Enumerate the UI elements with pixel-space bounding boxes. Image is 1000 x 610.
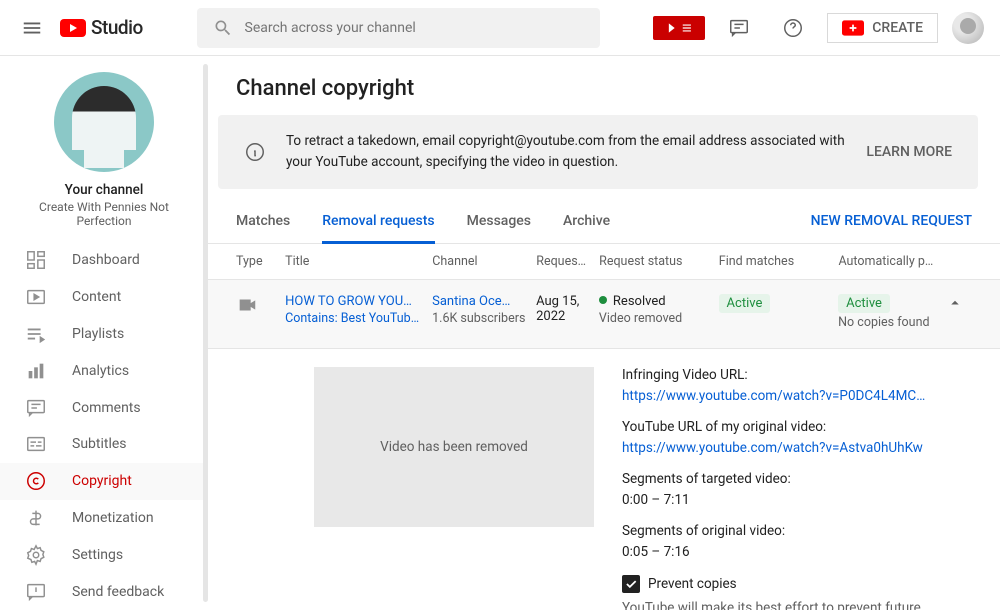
row-title-link[interactable]: HOW TO GROW YOU…	[285, 294, 422, 309]
copyright-icon	[24, 469, 48, 493]
row-details: Video has been removed Infringing Video …	[208, 349, 1000, 610]
sidebar-item-copyright[interactable]: Copyright	[0, 463, 208, 500]
original-url-link[interactable]: https://www.youtube.com/watch?v=Astva0hU…	[622, 440, 972, 456]
chevron-up-icon	[946, 294, 964, 312]
info-message: To retract a takedown, email copyright@y…	[286, 131, 846, 173]
prevent-copies-description: YouTube will make its best effort to pre…	[622, 600, 921, 610]
content-icon	[24, 285, 48, 309]
feedback-icon	[24, 580, 48, 604]
infringing-url-label: Infringing Video URL:	[622, 367, 972, 383]
logo-text: Studio	[91, 16, 143, 39]
create-icon	[842, 20, 864, 36]
tab-messages[interactable]: Messages	[467, 199, 531, 243]
sidebar: Your channel Create With Pennies Not Per…	[0, 56, 208, 610]
page-title: Channel copyright	[208, 56, 1000, 115]
col-find: Find matches	[719, 254, 839, 269]
gear-icon	[24, 543, 48, 567]
tab-removal-requests[interactable]: Removal requests	[322, 199, 434, 243]
sidebar-item-content[interactable]: Content	[0, 279, 208, 316]
table-header: Type Title Channel Reques… Request statu…	[208, 244, 1000, 280]
header: Studio CREATE	[0, 0, 1000, 56]
removed-video-thumbnail: Video has been removed	[314, 367, 594, 527]
auto-prevent-badge: Active	[838, 294, 890, 313]
prevent-copies-checkbox[interactable]	[622, 575, 640, 593]
create-button[interactable]: CREATE	[827, 13, 938, 43]
check-icon	[624, 577, 638, 591]
col-title: Title	[285, 254, 432, 269]
chat-icon[interactable]	[719, 8, 759, 48]
sidebar-item-feedback[interactable]: Send feedback	[0, 573, 208, 610]
analytics-icon	[24, 359, 48, 383]
col-auto: Automatically prev…	[838, 254, 946, 269]
row-subscribers: 1.6K subscribers	[432, 311, 526, 326]
info-banner: To retract a takedown, email copyright@y…	[218, 115, 978, 189]
expand-row-button[interactable]	[946, 294, 972, 316]
col-type: Type	[236, 254, 285, 269]
search-input[interactable]	[245, 20, 584, 36]
col-channel: Channel	[432, 254, 536, 269]
sidebar-item-settings[interactable]: Settings	[0, 536, 208, 573]
tubebuddy-icon	[663, 21, 677, 35]
tabs: Matches Removal requests Messages Archiv…	[208, 199, 1000, 244]
find-matches-badge: Active	[719, 294, 771, 313]
sidebar-item-comments[interactable]: Comments	[0, 389, 208, 426]
sidebar-item-monetization[interactable]: Monetization	[0, 500, 208, 537]
col-requested: Reques…	[536, 254, 599, 269]
row-requested-date: Aug 15, 2022	[536, 294, 599, 324]
sidebar-item-subtitles[interactable]: Subtitles	[0, 426, 208, 463]
prevent-copies-label: Prevent copies	[648, 576, 737, 592]
tubebuddy-button[interactable]	[653, 16, 705, 40]
row-contains-link[interactable]: Contains: Best YouTub…	[285, 311, 422, 326]
info-icon	[244, 141, 266, 163]
segments-original-value: 0:05 – 7:16	[622, 544, 972, 560]
segments-targeted-value: 0:00 – 7:11	[622, 492, 972, 508]
dashboard-icon	[24, 248, 48, 272]
main-content: Channel copyright To retract a takedown,…	[208, 56, 1000, 610]
row-status-sub: Video removed	[599, 311, 709, 326]
help-icon[interactable]	[773, 8, 813, 48]
learn-more-button[interactable]: LEARN MORE	[866, 144, 952, 160]
comments-icon	[24, 396, 48, 420]
your-channel-label: Your channel	[16, 182, 192, 198]
row-channel-link[interactable]: Santina Oce…	[432, 294, 526, 309]
sidebar-item-playlists[interactable]: Playlists	[0, 316, 208, 353]
auto-prevent-sub: No copies found	[838, 315, 936, 330]
original-url-label: YouTube URL of my original video:	[622, 419, 972, 435]
table-row: HOW TO GROW YOU… Contains: Best YouTub… …	[208, 280, 1000, 349]
status-dot-icon	[599, 296, 607, 304]
search-icon	[213, 18, 233, 38]
channel-card[interactable]: Your channel Create With Pennies Not Per…	[0, 68, 208, 242]
sidebar-item-analytics[interactable]: Analytics	[0, 352, 208, 389]
menu-icon[interactable]	[20, 16, 44, 40]
tab-archive[interactable]: Archive	[563, 199, 610, 243]
video-type-icon	[236, 294, 285, 320]
search-box[interactable]	[197, 8, 600, 48]
col-status: Request status	[599, 254, 719, 269]
channel-name: Create With Pennies Not Perfection	[16, 200, 192, 228]
account-avatar[interactable]	[952, 12, 984, 44]
new-removal-request-button[interactable]: NEW REMOVAL REQUEST	[811, 213, 972, 229]
sidebar-item-dashboard[interactable]: Dashboard	[0, 242, 208, 279]
playlists-icon	[24, 322, 48, 346]
row-status: Resolved	[613, 294, 666, 309]
segments-targeted-label: Segments of targeted video:	[622, 471, 972, 487]
monetization-icon	[24, 506, 48, 530]
channel-avatar	[54, 72, 154, 172]
list-icon	[681, 21, 695, 35]
tab-matches[interactable]: Matches	[236, 199, 290, 243]
youtube-studio-logo[interactable]: Studio	[60, 16, 143, 39]
subtitles-icon	[24, 432, 48, 456]
segments-original-label: Segments of original video:	[622, 523, 972, 539]
infringing-url-link[interactable]: https://www.youtube.com/watch?v=P0DC4L4M…	[622, 388, 972, 404]
